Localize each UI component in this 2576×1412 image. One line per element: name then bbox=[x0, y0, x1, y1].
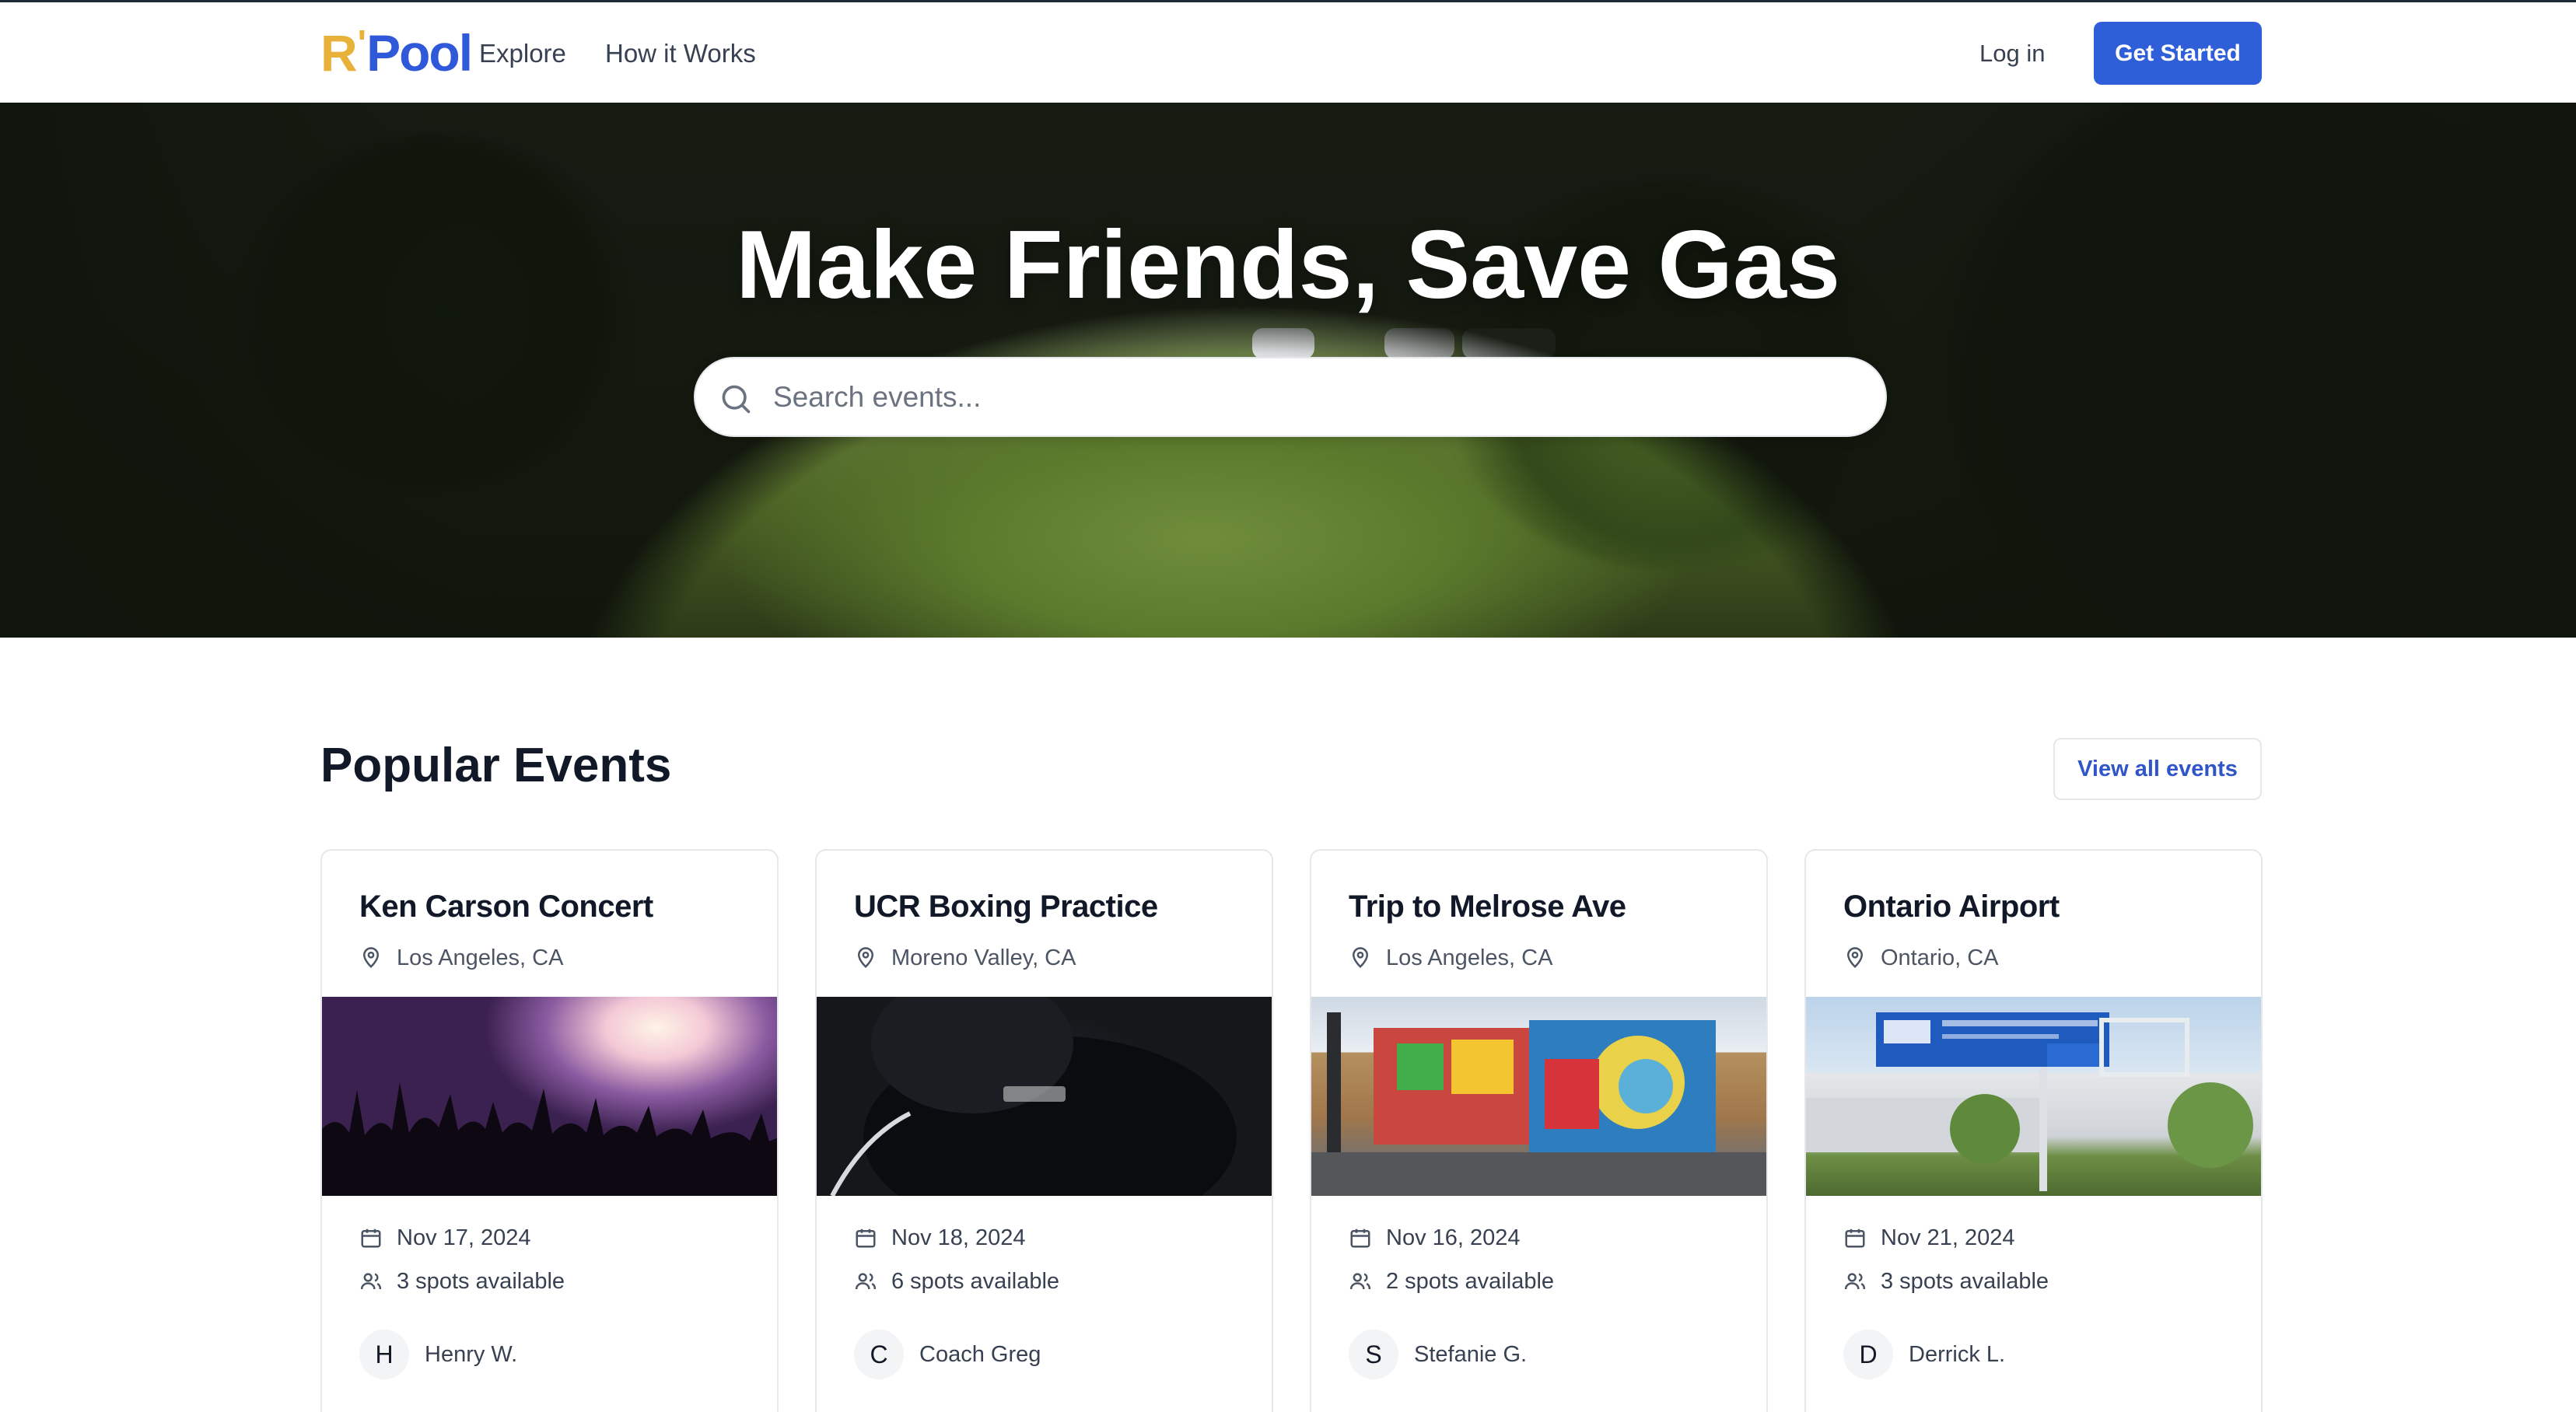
users-icon bbox=[855, 1273, 877, 1290]
event-spots-text: 3 spots available bbox=[397, 1268, 565, 1294]
event-spots: 2 spots available bbox=[1349, 1266, 1554, 1297]
users-icon bbox=[1844, 1273, 1866, 1290]
event-location: Moreno Valley, CA bbox=[854, 942, 1076, 973]
event-location-text: Los Angeles, CA bbox=[1386, 945, 1553, 970]
hero-title: Make Friends, Save Gas bbox=[736, 211, 1840, 319]
nav-link-explore[interactable]: Explore bbox=[479, 35, 566, 72]
map-pin-icon bbox=[1352, 947, 1369, 968]
host-name: Henry W. bbox=[425, 1341, 518, 1367]
event-card[interactable]: Trip to Melrose Ave Los Angeles, CA Nov … bbox=[1310, 849, 1768, 1412]
calendar-icon bbox=[1845, 1229, 1865, 1248]
calendar-icon bbox=[856, 1229, 876, 1248]
event-date-text: Nov 21, 2024 bbox=[1881, 1225, 2015, 1250]
hero-banner: Make Friends, Save Gas bbox=[0, 103, 2576, 638]
navbar: R ' Pool Explore How it Works Log in Get… bbox=[0, 0, 2576, 103]
event-card[interactable]: UCR Boxing Practice Moreno Valley, CA No… bbox=[815, 849, 1273, 1412]
logo-r: R bbox=[320, 24, 358, 82]
event-image-melrose-mural bbox=[1311, 997, 1766, 1196]
event-image-concert bbox=[322, 997, 777, 1196]
view-all-events-button[interactable]: View all events bbox=[2053, 738, 2262, 800]
map-pin-icon bbox=[1846, 947, 1864, 968]
event-spots: 3 spots available bbox=[359, 1266, 565, 1297]
host-name: Coach Greg bbox=[919, 1341, 1041, 1367]
event-location: Los Angeles, CA bbox=[359, 942, 563, 973]
event-spots-text: 6 spots available bbox=[891, 1268, 1060, 1294]
nav-link-how-it-works[interactable]: How it Works bbox=[605, 35, 756, 72]
map-pin-icon bbox=[857, 947, 874, 968]
event-date-text: Nov 18, 2024 bbox=[891, 1225, 1026, 1250]
event-title: UCR Boxing Practice bbox=[854, 889, 1158, 924]
event-location: Los Angeles, CA bbox=[1349, 942, 1552, 973]
host-name: Stefanie G. bbox=[1414, 1341, 1528, 1367]
calendar-icon bbox=[361, 1229, 381, 1248]
host-avatar: D bbox=[1843, 1330, 1893, 1379]
users-icon bbox=[360, 1273, 382, 1290]
section-title: Popular Events bbox=[320, 739, 672, 792]
event-spots: 6 spots available bbox=[854, 1266, 1059, 1297]
event-image-airport bbox=[1806, 997, 2261, 1196]
event-title: Ken Carson Concert bbox=[359, 889, 653, 924]
get-started-button[interactable]: Get Started bbox=[2094, 22, 2262, 85]
event-host: C Coach Greg bbox=[854, 1330, 1041, 1379]
event-spots-text: 2 spots available bbox=[1386, 1268, 1555, 1294]
rpool-logo[interactable]: R ' Pool bbox=[320, 23, 473, 82]
search-icon bbox=[722, 385, 751, 414]
event-title: Trip to Melrose Ave bbox=[1349, 889, 1626, 924]
event-card[interactable]: Ontario Airport Ontario, CA Nov 21, 2024… bbox=[1804, 849, 2263, 1412]
event-spots-text: 3 spots available bbox=[1881, 1268, 2049, 1294]
host-name: Derrick L. bbox=[1909, 1341, 2006, 1367]
event-date-text: Nov 16, 2024 bbox=[1386, 1225, 1521, 1250]
event-host: H Henry W. bbox=[359, 1330, 517, 1379]
host-avatar: C bbox=[854, 1330, 904, 1379]
host-avatar: S bbox=[1349, 1330, 1398, 1379]
map-pin-icon bbox=[362, 947, 380, 968]
event-location-text: Los Angeles, CA bbox=[397, 945, 564, 970]
airport-sign-illustration bbox=[1806, 1012, 2253, 1191]
concert-crowd-illustration bbox=[322, 1082, 777, 1196]
event-location-text: Moreno Valley, CA bbox=[891, 945, 1076, 970]
event-date: Nov 16, 2024 bbox=[1349, 1222, 1521, 1253]
event-date: Nov 21, 2024 bbox=[1843, 1222, 2015, 1253]
event-image-boxing bbox=[817, 997, 1272, 1196]
event-date: Nov 17, 2024 bbox=[359, 1222, 531, 1253]
event-search-bar[interactable] bbox=[694, 357, 1887, 437]
logo-pool: Pool bbox=[366, 24, 473, 82]
event-date: Nov 18, 2024 bbox=[854, 1222, 1026, 1253]
logo-apostrophe: ' bbox=[357, 23, 367, 65]
event-host: D Derrick L. bbox=[1843, 1330, 2005, 1379]
event-title: Ontario Airport bbox=[1843, 889, 2060, 924]
event-location: Ontario, CA bbox=[1843, 942, 1999, 973]
search-input[interactable] bbox=[773, 358, 1862, 435]
calendar-icon bbox=[1350, 1229, 1370, 1248]
host-avatar: H bbox=[359, 1330, 409, 1379]
login-link[interactable]: Log in bbox=[1979, 35, 2045, 72]
mural-illustration bbox=[1311, 1012, 1766, 1196]
users-icon bbox=[1349, 1273, 1371, 1290]
event-location-text: Ontario, CA bbox=[1881, 945, 1999, 970]
boxing-gloves-illustration bbox=[830, 997, 1237, 1196]
event-date-text: Nov 17, 2024 bbox=[397, 1225, 531, 1250]
event-card[interactable]: Ken Carson Concert Los Angeles, CA Nov 1… bbox=[320, 849, 779, 1412]
event-host: S Stefanie G. bbox=[1349, 1330, 1527, 1379]
event-spots: 3 spots available bbox=[1843, 1266, 2049, 1297]
